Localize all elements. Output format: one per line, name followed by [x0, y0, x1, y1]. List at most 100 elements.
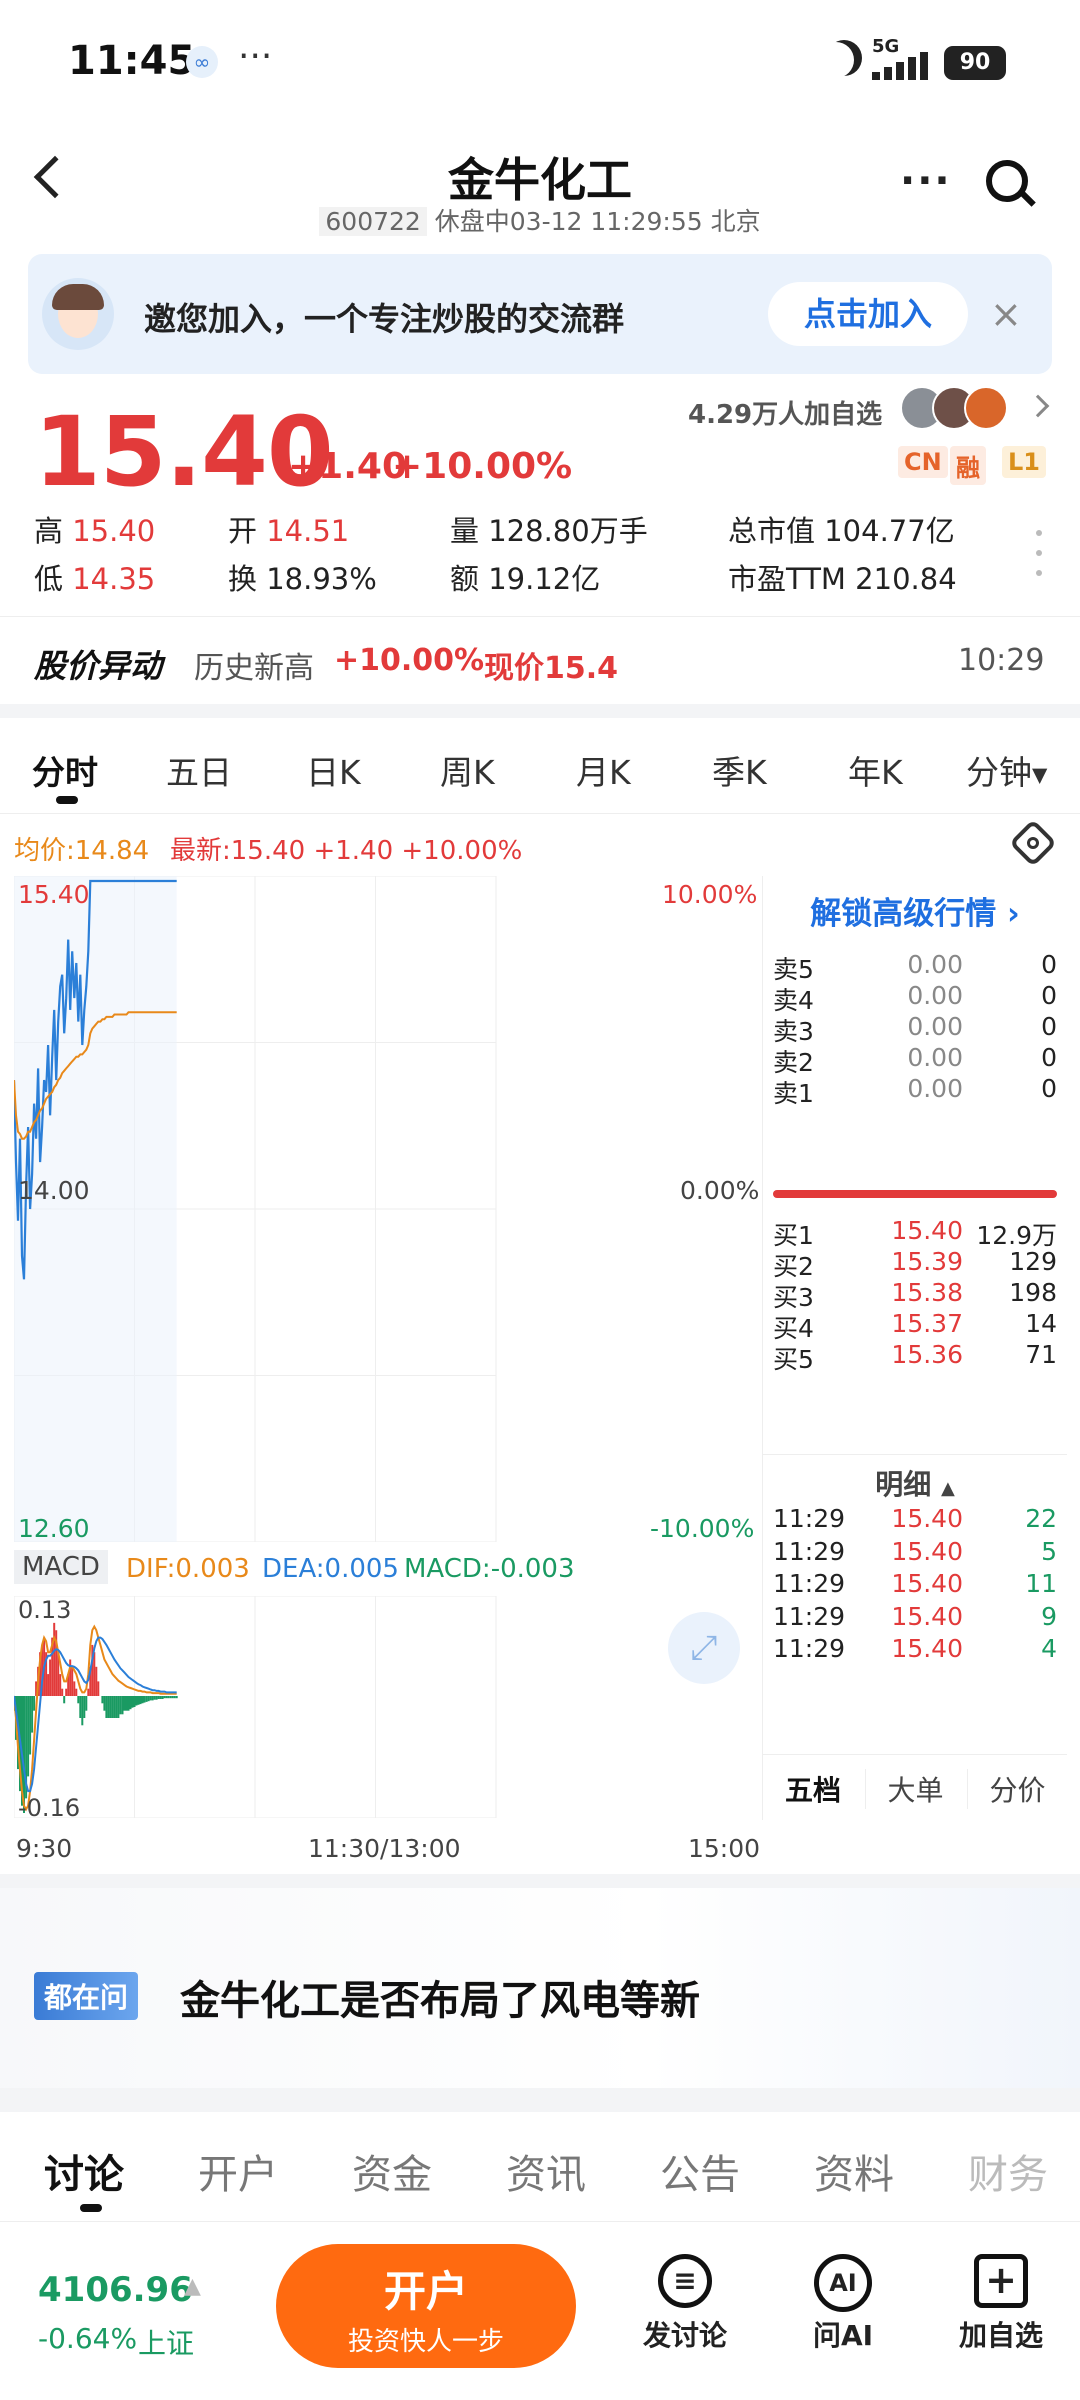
price-change: +1.40 [288, 446, 407, 487]
tab-weekly-k[interactable]: 周K [440, 746, 495, 794]
tab-quarter-k[interactable]: 季K [712, 746, 767, 794]
open-account-title: 开户 [383, 2267, 468, 2316]
orderbook-row: 11:29 15.40 4 [763, 1630, 1067, 1670]
add-watchlist-button[interactable]: + 加自选 [946, 2254, 1056, 2354]
price-alert-row[interactable]: 股价异动 历史新高 +10.00% 现价15.4 10:29 [0, 616, 1080, 702]
followers-count[interactable]: 4.29万人加自选 [688, 394, 882, 431]
caret-down-icon: ▼ [1032, 762, 1048, 787]
orderbook-price: 0.00 [907, 1012, 963, 1041]
intraday-chart[interactable] [14, 876, 762, 1542]
x-tick-open: 9:30 [16, 1834, 73, 1863]
chart-settings-icon[interactable] [1008, 818, 1058, 868]
orderbook-price: 15.37 [891, 1309, 963, 1338]
tab-five-levels[interactable]: 五档 [763, 1769, 863, 1809]
orderbook-price: 15.40 [891, 1601, 963, 1631]
y-label-top: 15.40 [18, 880, 90, 909]
orderbook-price: 0.00 [907, 1043, 963, 1072]
alert-time: 10:29 [958, 643, 1045, 678]
orderbook-volume: 0 [1041, 1012, 1057, 1041]
group-invite-banner[interactable]: 邀您加入，一个专注炒股的交流群 点击加入 × [28, 254, 1052, 374]
tab-open-account[interactable]: 开户 [198, 2142, 278, 2200]
orderbook-price: 0.00 [907, 981, 963, 1010]
fullscreen-icon[interactable]: ⤢ [668, 1612, 740, 1684]
stats-grid: 高 15.40 开 14.51 量 128.80万手 总市值 104.77亿 低… [34, 508, 994, 608]
orderbook-volume: 198 [1009, 1278, 1057, 1307]
search-icon[interactable] [986, 160, 1036, 207]
follower-avatars[interactable] [900, 386, 1018, 430]
stat-volume: 量 128.80万手 [450, 514, 648, 548]
tab-finance[interactable]: 财务 [968, 2142, 1048, 2200]
orderbook-label: 11:29 [773, 1536, 846, 1566]
avatar [42, 278, 114, 350]
orderbook-price: 0.00 [907, 950, 963, 979]
x-tick-mid: 11:30/13:00 [308, 1834, 461, 1863]
index-value[interactable]: 4106.96 [38, 2270, 193, 2310]
orderbook-price: 15.39 [891, 1247, 963, 1276]
post-discussion-label: 发讨论 [642, 2319, 727, 2352]
expand-stats-icon[interactable] [1036, 530, 1044, 580]
orderbook-price: 15.40 [891, 1634, 963, 1663]
moon-icon [826, 40, 862, 76]
latest-price-label: 最新:15.40 +1.40 +10.00% [170, 836, 523, 866]
more-icon[interactable]: ··· [900, 158, 952, 204]
tab-discussion[interactable]: 讨论 [44, 2142, 124, 2200]
price-block: 15.40 +1.40 +10.00% 4.29万人加自选 CN 融 L1 高 … [0, 380, 1080, 620]
price-change-pct: +10.00% [392, 446, 573, 487]
orderbook-volume: 22 [1025, 1504, 1057, 1533]
plus-square-icon: + [974, 2254, 1028, 2308]
back-icon[interactable] [33, 155, 77, 199]
pct-label-bottom: -10.00% [650, 1514, 755, 1543]
tab-monthly-k[interactable]: 月K [576, 746, 631, 794]
caret-up-icon: ▲ [184, 2274, 201, 2299]
bottom-toolbar: 4106.96 ▲ -0.64% 上证 开户 投资快人一步 ≡ 发讨论 AI 问… [0, 2222, 1080, 2400]
tab-announcements[interactable]: 公告 [660, 2142, 740, 2200]
tab-five-day[interactable]: 五日 [166, 746, 232, 794]
page-title: 金牛化工 [448, 153, 632, 207]
tab-minute[interactable]: 分钟▼ [966, 746, 1047, 794]
orderbook-volume: 0 [1041, 1043, 1057, 1072]
orderbook-label: 11:29 [773, 1569, 846, 1598]
hot-question-card[interactable]: 都在问 金牛化工是否布局了风电等新 [0, 1888, 1080, 2088]
chart-tabs: 分时 五日 日K 周K 月K 季K 年K 分钟▼ [0, 718, 1080, 814]
macd-chart[interactable] [14, 1596, 762, 1818]
pct-label-top: 10.00% [662, 880, 758, 909]
stat-amount: 额 19.12亿 [450, 562, 601, 596]
open-account-button[interactable]: 开户 投资快人一步 [276, 2244, 576, 2368]
app-notification-icon: ∞ [186, 46, 218, 78]
orderbook-label: 卖1 [773, 1079, 814, 1108]
tab-daily-k[interactable]: 日K [306, 746, 361, 794]
tab-big-orders[interactable]: 大单 [865, 1769, 965, 1809]
tab-capital[interactable]: 资金 [352, 2142, 432, 2200]
post-discussion-button[interactable]: ≡ 发讨论 [630, 2254, 740, 2354]
y-label-mid: 14.00 [18, 1176, 90, 1205]
tab-yearly-k[interactable]: 年K [848, 746, 903, 794]
tag-margin: 融 [950, 446, 986, 485]
orderbook-price: 15.40 [891, 1216, 963, 1245]
orderbook-price: 15.38 [891, 1278, 963, 1307]
macd-label[interactable]: MACD [14, 1550, 108, 1584]
avg-price-label: 均价:14.84 [14, 836, 150, 866]
orderbook-label: 11:29 [773, 1601, 846, 1631]
tag-cn: CN [898, 446, 948, 478]
orderbook-row: 买5 15.36 71 [763, 1336, 1067, 1376]
ask-ai-button[interactable]: AI 问AI [788, 2254, 898, 2354]
detail-title[interactable]: 明细 ▲ [763, 1454, 1067, 1503]
stat-market-cap: 总市值 104.77亿 [728, 514, 955, 548]
chevron-right-icon[interactable] [1026, 394, 1050, 418]
header: 金牛化工 600722 休盘中03-12 11:29:55 北京 ··· [0, 130, 1080, 240]
stat-pe: 市盈TTM 210.84 [728, 562, 957, 596]
macd-value: MACD:-0.003 [404, 1554, 575, 1584]
tab-intraday[interactable]: 分时 [32, 746, 98, 794]
join-button[interactable]: 点击加入 [768, 282, 968, 346]
tab-news[interactable]: 资讯 [506, 2142, 586, 2200]
orderbook-label: 买5 [773, 1345, 814, 1374]
stat-open: 开 14.51 [228, 514, 350, 548]
caret-up-icon: ▲ [940, 1478, 955, 1499]
orderbook-label: 11:29 [773, 1504, 846, 1533]
unlock-advanced-quotes[interactable]: 解锁高级行情 › [763, 888, 1067, 933]
tab-profile[interactable]: 资料 [814, 2142, 894, 2200]
close-icon[interactable]: × [990, 292, 1022, 336]
alert-event: 历史新高 [194, 651, 314, 686]
macd-bottom-label: -0.16 [18, 1794, 81, 1822]
tab-price-volume[interactable]: 分价 [967, 1769, 1067, 1809]
